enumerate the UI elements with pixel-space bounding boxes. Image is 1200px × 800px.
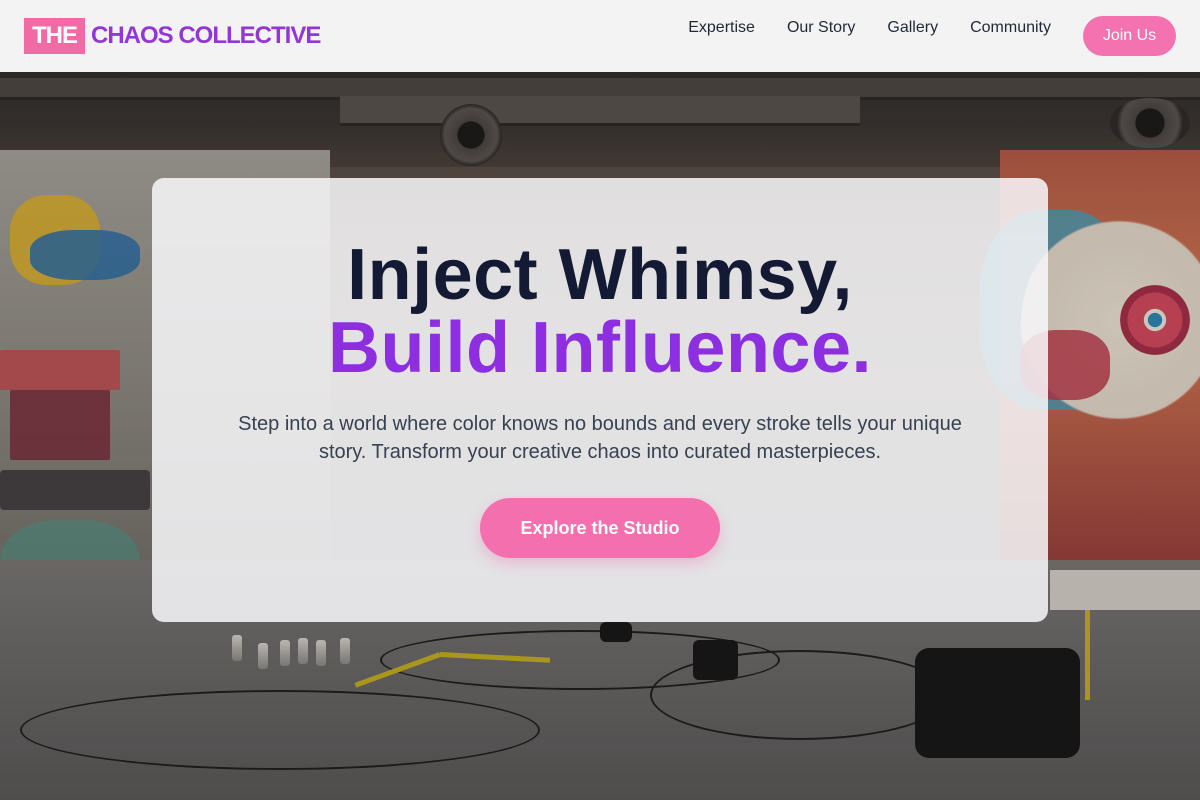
nav-link-community[interactable]: Community	[970, 19, 1051, 37]
nav-link-expertise[interactable]: Expertise	[688, 19, 755, 37]
nav-link-our-story[interactable]: Our Story	[787, 19, 855, 37]
hero-title-line1: Inject Whimsy,	[347, 235, 853, 315]
hero-card: Inject Whimsy, Build Influence. Step int…	[152, 178, 1048, 622]
explore-studio-button[interactable]: Explore the Studio	[480, 498, 720, 558]
nav-link-gallery[interactable]: Gallery	[887, 19, 938, 37]
hero-title-line2: Build Influence.	[327, 308, 873, 388]
join-us-button[interactable]: Join Us	[1083, 16, 1176, 56]
logo-name: CHAOS COLLECTIVE	[91, 22, 321, 49]
logo-prefix: THE	[24, 18, 85, 54]
site-logo[interactable]: THE CHAOS COLLECTIVE	[24, 18, 321, 54]
hero-subtitle: Step into a world where color knows no b…	[238, 413, 962, 463]
site-header: THE CHAOS COLLECTIVE Expertise Our Story…	[0, 0, 1200, 72]
main-nav: Expertise Our Story Gallery Community Jo…	[688, 16, 1176, 56]
